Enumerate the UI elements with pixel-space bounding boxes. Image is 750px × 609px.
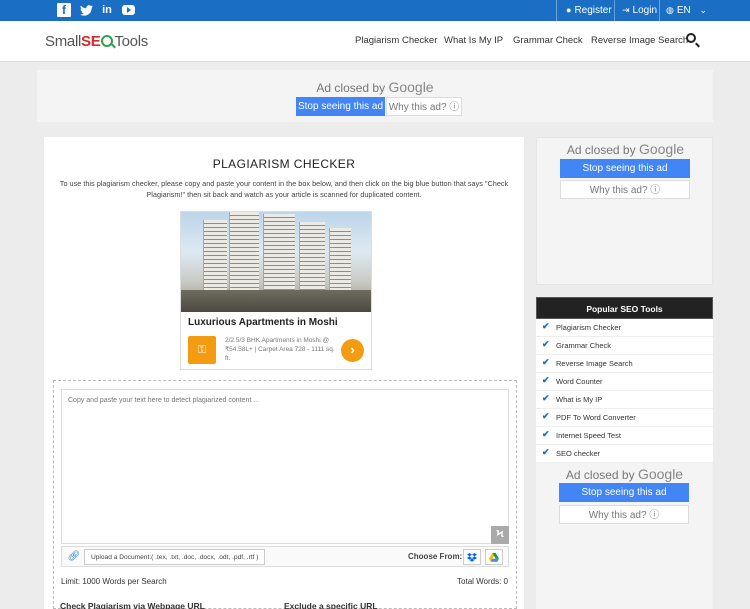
ad-closed-text: Ad closed by Google [565,466,684,482]
tool-label: PDF To Word Converter [556,413,636,422]
popular-seo-tools: Popular SEO Tools ✔ Plagiarism Checker ✔ G… [536,297,713,463]
upload-document-button[interactable]: Upload a Document:( .tex, .txt, .doc, .d… [84,549,266,565]
spellcheck-icon[interactable]: Ϟ [491,526,509,544]
why-this-ad-button[interactable]: Why this ad? ⓘ [560,180,690,199]
stop-seeing-ad-button[interactable]: Stop seeing this ad [296,97,385,116]
language-selector[interactable]: ◍ EN ⌄ [666,0,710,21]
check-icon: ✔ [542,321,550,331]
check-icon: ✔ [542,375,550,385]
ad-closed-text: Ad closed by Google [566,141,685,157]
user-icon: ● [566,5,572,15]
language-label: EN [676,5,691,16]
logo-text-seo: SE [81,33,101,50]
tool-label: Internet Speed Test [556,431,621,440]
site-logo[interactable]: SmallSE Tools [45,33,148,50]
check-icon: ✔ [542,411,550,421]
tool-link-seo-checker[interactable]: ✔ SEO checker [536,445,713,463]
google-drive-icon[interactable] [485,549,503,565]
tool-label: Plagiarism Checker [556,323,622,332]
chevron-down-icon: ⌄ [699,5,708,15]
site-header: SmallSE Tools Plagiarism Checker What Is … [0,21,750,62]
tool-link-reverse-image-search[interactable]: ✔ Reverse Image Search [536,355,713,373]
link-icon[interactable]: 🔗︎ [67,550,81,564]
ad-closed-text: Ad closed by Google [316,79,434,95]
native-ad[interactable]: Luxurious Apartments in Moshi ⚿ 2/2.5/3 … [180,211,372,370]
dropbox-icon[interactable] [463,549,481,565]
logo-text-small: Small [45,33,82,50]
word-limit: Limit: 1000 Words per Search [61,577,167,586]
nav-plagiarism-checker[interactable]: Plagiarism Checker [355,35,437,46]
top-bar: f in ● Register ⇥ Login ◍ EN ⌄ [0,0,750,21]
page-title: PLAGIARISM CHECKER [212,157,356,171]
ad-go-button[interactable]: › [341,339,364,362]
tool-link-word-counter[interactable]: ✔ Word Counter [536,373,713,391]
ad-image [181,212,371,312]
sidebar-ad-bottom: Ad closed by Google Stop seeing this ad … [536,463,713,609]
content-textarea[interactable] [61,389,509,544]
ad-title[interactable]: Luxurious Apartments in Moshi [188,317,338,328]
sidebar-ad-top: Ad closed by Google Stop seeing this ad … [536,137,713,285]
check-icon: ✔ [542,339,550,349]
tool-label: Grammar Check [556,341,612,350]
tool-label: Reverse Image Search [556,359,633,368]
stop-seeing-ad-button[interactable]: Stop seeing this ad [559,483,689,502]
login-label: Login [632,5,658,16]
check-icon: ✔ [542,393,550,403]
content-input-area: Ϟ 🔗︎ Upload a Document:( .tex, .txt, .do… [53,380,517,609]
top-ad-banner: Ad closed by Google Stop seeing this ad … [37,70,713,122]
tools-heading: Popular SEO Tools [536,297,713,319]
register-label: Register [574,5,612,16]
nav-reverse-image-search[interactable]: Reverse Image Search [591,35,688,46]
check-icon: ✔ [542,357,550,367]
plagiarism-checker-panel: PLAGIARISM CHECKER To use this plagiaris… [44,137,524,609]
globe-icon: ◍ [666,5,674,15]
upload-row: 🔗︎ Upload a Document:( .tex, .txt, .doc,… [61,546,509,567]
total-words: Total Words: 0 [457,577,508,586]
tool-label: SEO checker [556,449,601,458]
linkedin-icon[interactable]: in [100,3,114,17]
tool-link-what-is-my-ip[interactable]: ✔ What is My IP [536,391,713,409]
tool-link-pdf-to-word[interactable]: ✔ PDF To Word Converter [536,409,713,427]
choose-from-label: Choose From: [408,552,463,561]
why-this-ad-button[interactable]: Why this ad? ⓘ [559,505,689,524]
why-this-ad-button[interactable]: Why this ad? ⓘ [386,97,462,116]
tool-link-plagiarism-checker[interactable]: ✔ Plagiarism Checker [536,319,713,337]
page-description: To use this plagiarism checker, please c… [59,179,509,199]
tool-label: What is My IP [556,395,603,404]
register-link[interactable]: ● Register [566,0,612,21]
login-link[interactable]: ⇥ Login [622,0,657,21]
magnifier-icon [101,35,114,47]
ad-subtitle: 2/2.5/3 BHK Apartments in Moshi @ ₹54.58… [225,337,335,362]
nav-grammar-check[interactable]: Grammar Check [513,35,583,46]
search-icon[interactable] [686,33,696,43]
twitter-icon[interactable] [79,3,93,17]
key-icon: ⚿ [188,336,216,364]
tool-label: Word Counter [556,377,603,386]
youtube-icon[interactable] [121,3,135,17]
tool-link-grammar-check[interactable]: ✔ Grammar Check [536,337,713,355]
tool-link-internet-speed-test[interactable]: ✔ Internet Speed Test [536,427,713,445]
nav-what-is-my-ip[interactable]: What Is My IP [444,35,503,46]
facebook-icon[interactable]: f [57,3,71,17]
exclude-url-label: Exclude a specific URL [284,601,378,609]
logo-text-tools: Tools [114,33,148,50]
sign-in-icon: ⇥ [622,5,630,15]
check-icon: ✔ [542,429,550,439]
check-icon: ✔ [542,447,550,457]
check-url-label: Check Plagiarism via Webpage URL [60,601,205,609]
stop-seeing-ad-button[interactable]: Stop seeing this ad [560,159,690,178]
